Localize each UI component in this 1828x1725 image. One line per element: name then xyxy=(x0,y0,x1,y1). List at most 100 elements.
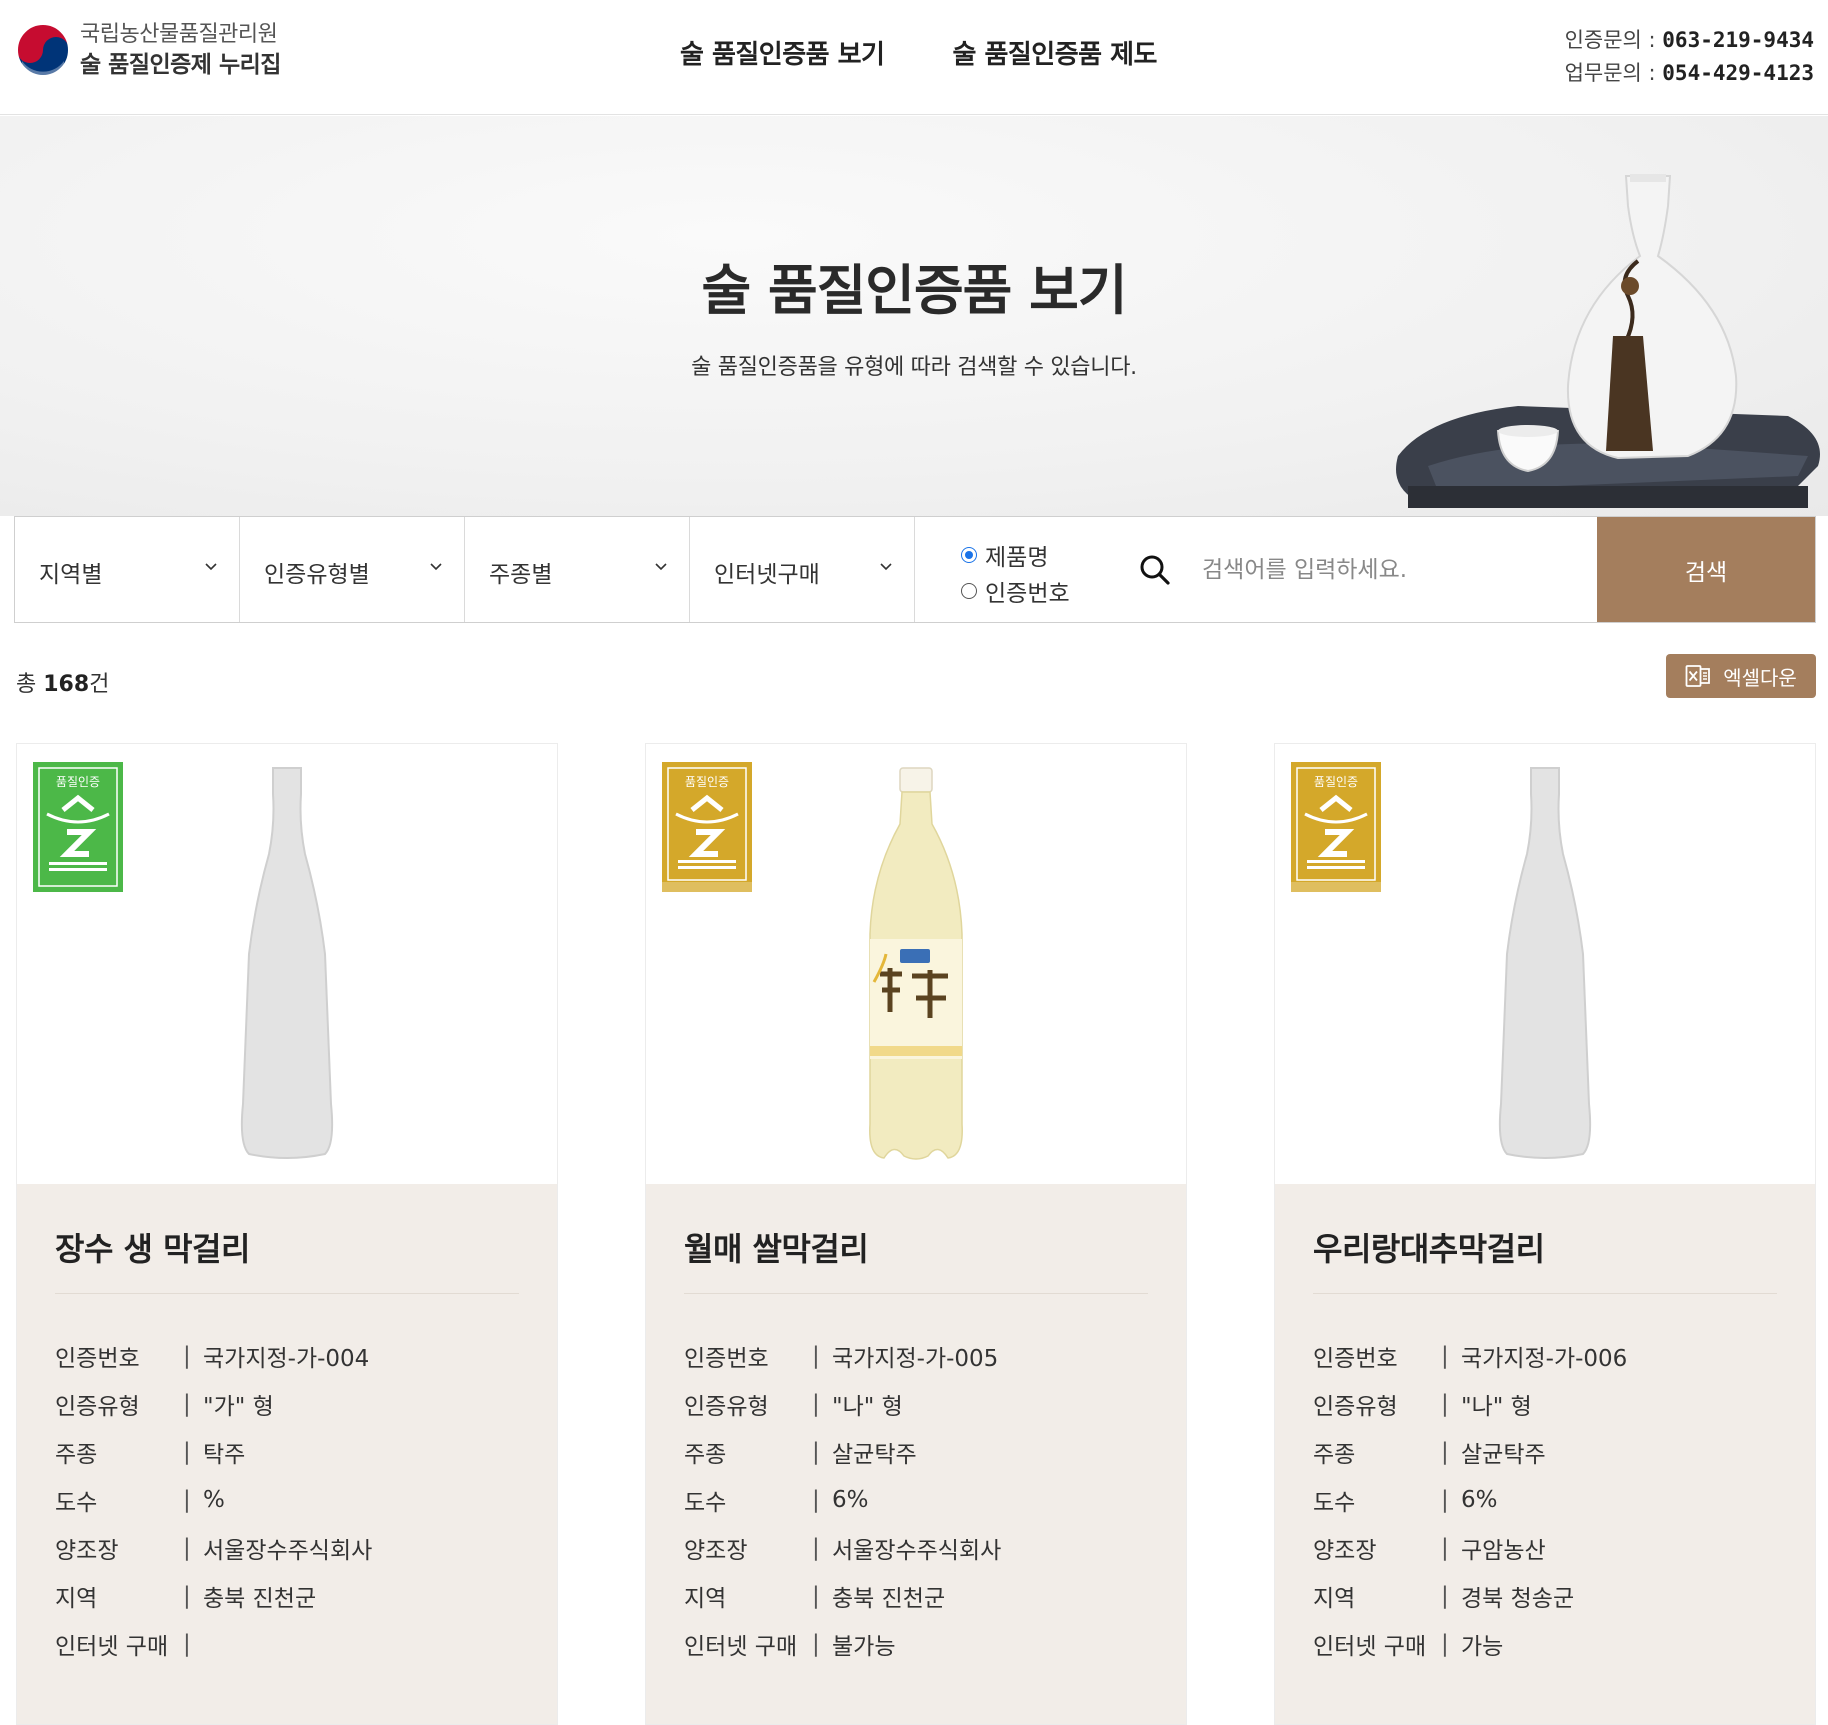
info-row-abv: 도수 | 6% xyxy=(1313,1476,1777,1524)
product-image-area: 품질인증 xyxy=(646,744,1186,1184)
makgeolli-bottle-image xyxy=(869,767,963,1160)
contact-work-label: 업무문의 : xyxy=(1564,61,1663,85)
site-logo[interactable]: 국립농산물품질관리원 술 품질인증제 누리집 xyxy=(14,20,281,80)
radio-cert-number-control[interactable] xyxy=(961,583,977,599)
info-value: 탁주 xyxy=(203,1442,246,1468)
info-row-cert-type: 인증유형 | "나" 형 xyxy=(684,1380,1148,1428)
main-nav: 술 품질인증품 보기 술 품질인증품 제도 xyxy=(680,34,1157,71)
info-key: 인증번호 xyxy=(684,1346,769,1372)
nav-item-products[interactable]: 술 품질인증품 보기 xyxy=(680,34,885,71)
info-value: 불가능 xyxy=(832,1634,896,1660)
info-separator: | xyxy=(812,1343,820,1369)
info-separator: | xyxy=(183,1343,191,1369)
product-info: 장수 생 막걸리 인증번호 | 국가지정-가-004 인증유형 | "가" 형 주종 | 탁… xyxy=(17,1184,557,1724)
chevron-down-icon xyxy=(880,563,892,571)
info-row-brewery: 양조장 | 서울장수주식회사 xyxy=(684,1524,1148,1572)
radio-cert-number[interactable]: 인증번호 xyxy=(961,573,1130,609)
logo-org-name: 국립농산물품질관리원 xyxy=(80,22,278,47)
result-count: 총 168건 xyxy=(16,666,109,698)
info-key: 주종 xyxy=(684,1442,727,1468)
info-separator: | xyxy=(1441,1343,1449,1369)
info-value: 살균탁주 xyxy=(1461,1442,1546,1468)
info-row-liquor-type: 주종 | 살균탁주 xyxy=(684,1428,1148,1476)
info-separator: | xyxy=(1441,1583,1449,1609)
product-card[interactable]: 품질인증 장수 생 막걸리 인증번호 | 국가지정-가-004 인증유형 | "가" 형… xyxy=(16,743,558,1725)
info-key: 인증번호 xyxy=(1313,1346,1398,1372)
radio-product-name-control[interactable] xyxy=(961,547,977,563)
info-separator: | xyxy=(1441,1535,1449,1561)
info-value: "가" 형 xyxy=(203,1394,274,1420)
region-select[interactable]: 지역별 xyxy=(15,517,240,622)
search-bar: 지역별 인증유형별 주종별 인터넷구매 제품명 인증번호 검색 xyxy=(14,516,1816,623)
result-count-suffix: 건 xyxy=(89,672,110,697)
cert-type-select-label: 인증유형별 xyxy=(264,562,370,588)
info-value: "나" 형 xyxy=(1461,1394,1532,1420)
search-icon xyxy=(1130,517,1180,622)
liquor-type-select[interactable]: 주종별 xyxy=(465,517,690,622)
info-key: 지역 xyxy=(55,1586,98,1612)
contact-cert-label: 인증문의 : xyxy=(1564,28,1663,52)
badge-title: 품질인증 xyxy=(56,775,100,789)
info-separator: | xyxy=(183,1535,191,1561)
cert-type-select[interactable]: 인증유형별 xyxy=(240,517,465,622)
nav-item-system[interactable]: 술 품질인증품 제도 xyxy=(952,34,1157,71)
info-value: 구암농산 xyxy=(1461,1538,1546,1564)
info-row-cert-number: 인증번호 | 국가지정-가-005 xyxy=(684,1332,1148,1380)
info-row-cert-number: 인증번호 | 국가지정-가-004 xyxy=(55,1332,519,1380)
product-title: 우리랑대추막걸리 xyxy=(1313,1224,1777,1294)
product-title: 월매 쌀막걸리 xyxy=(684,1224,1148,1294)
info-key: 도수 xyxy=(55,1490,98,1516)
badge-title: 품질인증 xyxy=(685,775,729,789)
product-card[interactable]: 품질인증 우리랑대추막걸리 인증번호 | 국가지정-가-006 인증유형 | "나" 형… xyxy=(1274,743,1816,1725)
info-key: 인증번호 xyxy=(55,1346,140,1372)
quality-cert-badge-icon: 품질인증 xyxy=(1291,762,1381,892)
info-row-abv: 도수 |% xyxy=(55,1476,519,1524)
info-separator: | xyxy=(183,1583,191,1609)
contact-cert-phone: 063-219-9434 xyxy=(1662,28,1814,52)
radio-product-name-label: 제품명 xyxy=(985,545,1049,571)
info-value: 6% xyxy=(832,1487,869,1513)
contact-work-phone: 054-429-4123 xyxy=(1662,61,1814,85)
info-key: 주종 xyxy=(1313,1442,1356,1468)
info-key: 인터넷 구매 xyxy=(55,1634,169,1660)
chevron-down-icon xyxy=(205,563,217,571)
info-separator: | xyxy=(812,1535,820,1561)
info-row-online: 인터넷 구매 | 불가능 xyxy=(684,1620,1148,1668)
search-button[interactable]: 검색 xyxy=(1597,517,1815,622)
info-row-abv: 도수 | 6% xyxy=(684,1476,1148,1524)
info-value: 경북 청송군 xyxy=(1461,1586,1575,1612)
info-value: 국가지정-가-006 xyxy=(1461,1346,1628,1372)
search-input[interactable] xyxy=(1180,517,1597,622)
info-separator: | xyxy=(812,1439,820,1465)
online-purchase-select-label: 인터넷구매 xyxy=(714,562,820,588)
taegeuk-logo-icon xyxy=(16,23,70,77)
info-row-liquor-type: 주종 | 탁주 xyxy=(55,1428,519,1476)
logo-site-name: 술 품질인증제 누리집 xyxy=(80,52,281,78)
info-key: 인증유형 xyxy=(1313,1394,1398,1420)
info-value: 서울장수주식회사 xyxy=(203,1538,373,1564)
info-separator: | xyxy=(183,1631,191,1657)
bottle-placeholder-icon xyxy=(240,767,334,1159)
excel-download-button[interactable]: 엑셀다운 xyxy=(1666,654,1816,698)
info-value: "나" 형 xyxy=(832,1394,903,1420)
badge-title: 품질인증 xyxy=(1314,775,1358,789)
info-value: 국가지정-가-004 xyxy=(203,1346,370,1372)
contact-cert: 인증문의 : 063-219-9434 xyxy=(1565,24,1814,57)
info-separator: | xyxy=(812,1391,820,1417)
search-mode-radios: 제품명 인증번호 xyxy=(915,517,1130,622)
info-row-cert-number: 인증번호 | 국가지정-가-006 xyxy=(1313,1332,1777,1380)
info-value: 6% xyxy=(1461,1487,1498,1513)
product-card[interactable]: 품질인증 월매 쌀막걸리 인증번호 | 국가지정-가-005 인증유형 | "나… xyxy=(645,743,1187,1725)
info-value: 충북 진천군 xyxy=(832,1586,946,1612)
info-separator: | xyxy=(1441,1439,1449,1465)
product-list: 품질인증 장수 생 막걸리 인증번호 | 국가지정-가-004 인증유형 | "가" 형… xyxy=(16,743,1816,1725)
online-purchase-select[interactable]: 인터넷구매 xyxy=(690,517,915,622)
info-row-online: 인터넷 구매 | xyxy=(55,1620,519,1668)
radio-product-name[interactable]: 제품명 xyxy=(961,537,1130,573)
info-key: 지역 xyxy=(684,1586,727,1612)
info-separator: | xyxy=(812,1583,820,1609)
excel-download-label: 엑셀다운 xyxy=(1723,665,1797,690)
bottle-placeholder-icon xyxy=(1498,767,1592,1159)
info-key: 인터넷 구매 xyxy=(1313,1634,1427,1660)
info-separator: | xyxy=(812,1487,820,1513)
